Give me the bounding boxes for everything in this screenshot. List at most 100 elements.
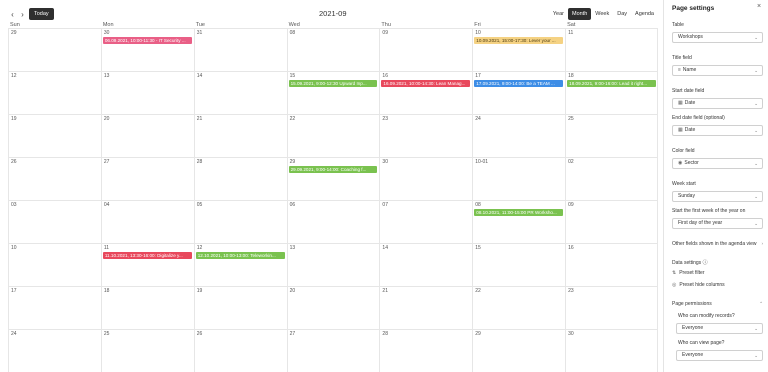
color-field-select[interactable]: ◉ Sector ⌄ — [672, 158, 763, 169]
view-month-button[interactable]: Month — [567, 8, 592, 20]
day-number[interactable]: 18 — [568, 73, 574, 79]
day-number[interactable]: 26 — [11, 159, 17, 165]
calendar-event[interactable]: 18.09.2021, 9:00-16:00: Lead it right... — [567, 80, 656, 87]
day-number[interactable]: 11 — [568, 30, 573, 36]
day-number[interactable]: 21 — [197, 116, 203, 122]
day-number[interactable]: 13 — [290, 245, 296, 251]
close-icon[interactable]: × — [757, 3, 761, 10]
day-number[interactable]: 19 — [197, 288, 203, 294]
day-number[interactable]: 13 — [104, 73, 110, 79]
day-number[interactable]: 25 — [104, 331, 110, 337]
day-number[interactable]: 23 — [382, 116, 388, 122]
end-date-select[interactable]: ▦ Date ⌄ — [672, 125, 763, 136]
day-number[interactable]: 27 — [290, 331, 296, 337]
other-fields-toggle[interactable]: Other fields shown in the agenda view › — [672, 241, 767, 247]
day-number[interactable]: 10-01 — [475, 159, 488, 165]
view-agenda-button[interactable]: Agenda — [631, 8, 658, 20]
day-number[interactable]: 24 — [475, 116, 481, 122]
day-number[interactable]: 20 — [104, 116, 110, 122]
day-number[interactable]: 22 — [290, 116, 296, 122]
day-number[interactable]: 28 — [197, 159, 203, 165]
day-number[interactable]: 12 — [197, 245, 203, 251]
calendar-event[interactable]: 12.10.2021, 10:00-13:00: Teleworkin... — [195, 252, 285, 259]
preset-filter-link[interactable]: ⇅ Preset filter — [672, 270, 705, 276]
calendar-event[interactable]: 29.09.2021, 9:00-14:00: Coaching f... — [288, 166, 378, 173]
calendar-event[interactable]: 17.09.2021, 9:00-14:00: Be a TEAM ... — [474, 80, 564, 87]
day-number[interactable]: 29 — [475, 331, 481, 337]
day-number[interactable]: 30 — [568, 331, 574, 337]
calendar-event[interactable]: 15.09.2021, 9:00-12:30 Upward Inp... — [288, 80, 378, 87]
day-number[interactable]: 09 — [382, 30, 388, 36]
day-number[interactable]: 29 — [11, 30, 17, 36]
day-number[interactable]: 05 — [197, 202, 203, 208]
day-number[interactable]: 20 — [290, 288, 296, 294]
first-week-select[interactable]: First day of the year ⌄ — [672, 218, 763, 229]
day-number[interactable]: 25 — [568, 116, 574, 122]
day-number[interactable]: 10 — [475, 30, 481, 36]
calendar-event[interactable]: 08.10.2021, 11:00-15:00 PR Worksho... — [474, 209, 564, 216]
grid-row-divider — [8, 157, 658, 158]
day-number[interactable]: 12 — [11, 73, 17, 79]
week-start-select[interactable]: Sunday ⌄ — [672, 191, 763, 202]
day-number[interactable]: 28 — [382, 331, 388, 337]
page-settings-panel: Page settings × Table Workshops ⌄ Title f… — [663, 0, 768, 372]
end-date-value: Date — [684, 127, 696, 133]
grid-row-divider — [8, 71, 658, 72]
day-number[interactable]: 16 — [568, 245, 574, 251]
day-number[interactable]: 17 — [11, 288, 17, 294]
day-number[interactable]: 15 — [475, 245, 481, 251]
day-number[interactable]: 23 — [568, 288, 574, 294]
modify-select[interactable]: Everyone ⌄ — [676, 323, 763, 334]
today-button[interactable]: Today — [29, 8, 54, 20]
day-number[interactable]: 06 — [290, 202, 296, 208]
data-settings-heading: Data settings ⓘ — [672, 259, 708, 266]
day-number[interactable]: 29 — [290, 159, 296, 165]
text-field-icon: ≡ — [678, 67, 681, 73]
day-number[interactable]: 26 — [197, 331, 203, 337]
start-date-select[interactable]: ▦ Date ⌄ — [672, 98, 763, 109]
day-number[interactable]: 19 — [11, 116, 17, 122]
day-number[interactable]: 24 — [11, 331, 17, 337]
day-number[interactable]: 10 — [11, 245, 17, 251]
title-field-select[interactable]: ≡ Name ⌄ — [672, 65, 763, 76]
day-number[interactable]: 18 — [104, 288, 110, 294]
day-number[interactable]: 30 — [382, 159, 388, 165]
view-day-button[interactable]: Day — [613, 8, 631, 20]
table-select[interactable]: Workshops ⌄ — [672, 32, 763, 43]
day-number[interactable]: 17 — [475, 73, 481, 79]
day-number[interactable]: 27 — [104, 159, 110, 165]
page-permissions-toggle[interactable]: Page permissions ⌃ — [672, 301, 767, 307]
prev-month-chevron-icon[interactable]: ‹ — [8, 9, 17, 21]
day-number[interactable]: 22 — [475, 288, 481, 294]
view-year-button[interactable]: Year — [549, 8, 568, 20]
chevron-down-icon: ⌄ — [754, 101, 758, 106]
calendar-event[interactable]: 06.09.2021, 10:00-11:30 - IT Security ..… — [102, 37, 192, 44]
calendar-event[interactable]: 10.09.2021, 15:00-17:30: Lever your ... — [474, 37, 564, 44]
calendar-event[interactable]: 11.10.2021, 13:30-16:00: Digitalize y... — [102, 252, 192, 259]
day-number[interactable]: 21 — [382, 288, 388, 294]
day-number[interactable]: 02 — [568, 159, 574, 165]
day-number[interactable]: 14 — [197, 73, 203, 79]
next-month-chevron-icon[interactable]: › — [18, 9, 27, 21]
day-number[interactable]: 08 — [475, 202, 481, 208]
day-number[interactable]: 14 — [382, 245, 388, 251]
day-number[interactable]: 08 — [290, 30, 296, 36]
day-number[interactable]: 31 — [197, 30, 203, 36]
calendar-event[interactable]: 16.09.2021, 10:00-14:30: Lean Manag... — [381, 80, 471, 87]
day-number[interactable]: 11 — [104, 245, 109, 251]
calendar-toolbar: ‹ › Today 2021-09 Year Month Week Day Agenda — [8, 8, 658, 22]
view-switcher: Year Month Week Day Agenda — [549, 8, 658, 20]
preset-hide-columns-link[interactable]: ◎ Preset hide columns — [672, 282, 725, 288]
day-number[interactable]: 07 — [382, 202, 388, 208]
view-select[interactable]: Everyone ⌄ — [676, 350, 763, 361]
day-number[interactable]: 03 — [11, 202, 17, 208]
day-number[interactable]: 15 — [290, 73, 296, 79]
day-number[interactable]: 09 — [568, 202, 574, 208]
grid-row-divider — [8, 243, 658, 244]
table-value: Workshops — [678, 34, 703, 40]
day-number[interactable]: 16 — [382, 73, 388, 79]
view-week-button[interactable]: Week — [591, 8, 613, 20]
day-number[interactable]: 30 — [104, 30, 110, 36]
day-number[interactable]: 04 — [104, 202, 110, 208]
modify-value: Everyone — [682, 325, 704, 331]
